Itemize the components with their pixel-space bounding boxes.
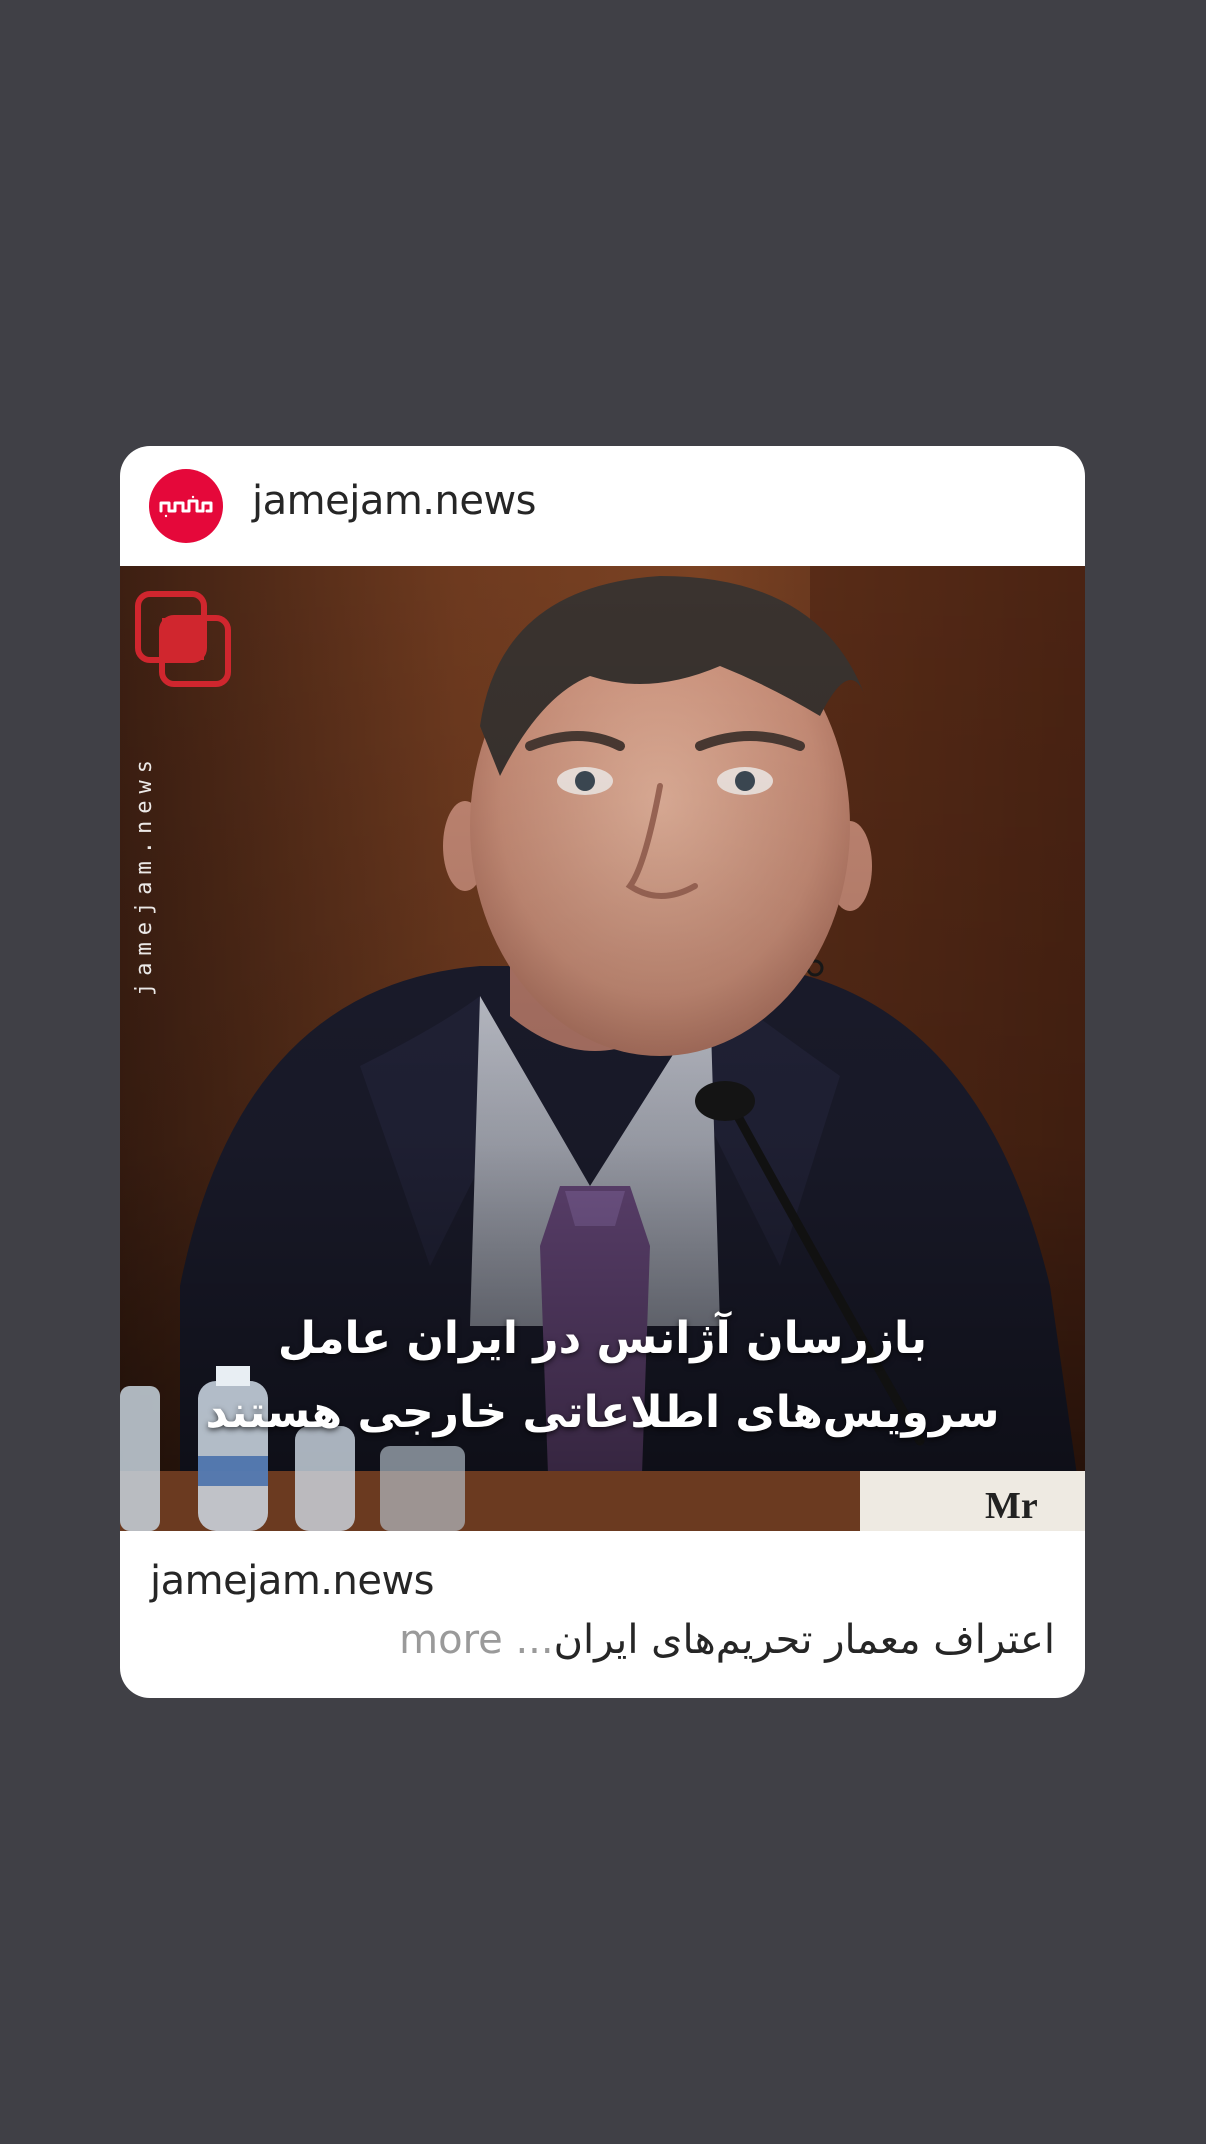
svg-text:Mr: Mr — [985, 1485, 1038, 1527]
caption-text: اعتراف معمار تحریم‌های ایران — [553, 1617, 1055, 1663]
image-headline: بازرسان آژانس در ایران عامل سرویس‌های اط… — [205, 1313, 1000, 1438]
caption-ellipsis: ... — [515, 1617, 554, 1663]
post-header: jamejam.news — [120, 446, 1085, 566]
caption-row: اعتراف معمار تحریم‌های ایران... more — [399, 1612, 1055, 1668]
avatar[interactable] — [149, 469, 223, 543]
watermark-text: jamejam.news — [132, 753, 157, 996]
header-handle[interactable]: jamejam.news — [252, 478, 537, 524]
post-media[interactable]: Mr jamejam.news بازرسان آژانس در ایران ع… — [120, 566, 1085, 1531]
jamejam-overlapping-squares-logo — [135, 591, 231, 687]
footer-handle[interactable]: jamejam.news — [150, 1558, 435, 1604]
more-button[interactable]: more — [399, 1617, 503, 1663]
post-card: jamejam.news Mr jamejam.news بازرسان آژا… — [120, 446, 1085, 1698]
jamejam-logo-icon — [159, 495, 213, 518]
